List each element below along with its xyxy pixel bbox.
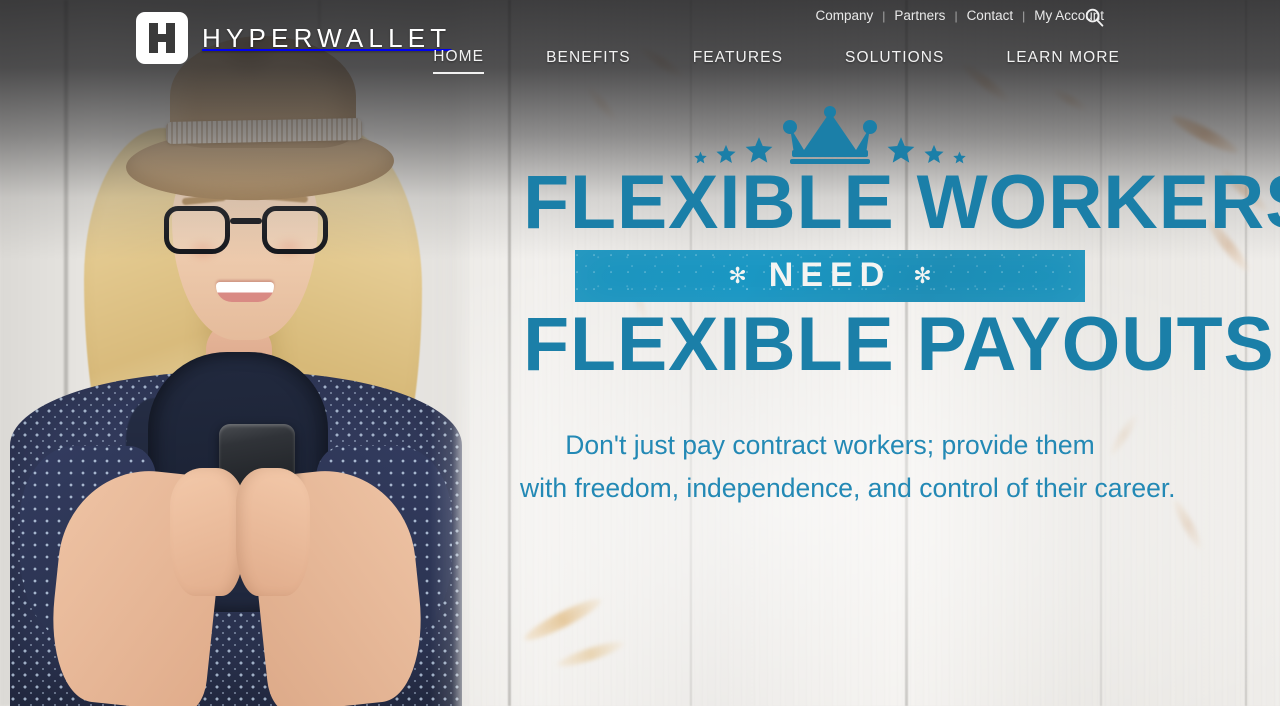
- utility-nav-item-contact[interactable]: Contact: [967, 8, 1014, 23]
- nav-item-home[interactable]: HOME: [433, 48, 485, 74]
- utility-nav-separator: |: [882, 8, 886, 23]
- nav-item-solutions[interactable]: SOLUTIONS: [845, 49, 944, 73]
- lens-left: [164, 206, 230, 254]
- hero-page: HYPERWALLET Company | Partners | Contact…: [0, 0, 1280, 706]
- glasses-bridge: [230, 218, 262, 224]
- utility-nav-item-company[interactable]: Company: [816, 8, 874, 23]
- banner-ornament-left: ✻: [728, 262, 747, 288]
- nav-item-benefits[interactable]: BENEFITS: [546, 49, 631, 73]
- search-button[interactable]: [1081, 4, 1107, 30]
- hand-right: [236, 468, 310, 596]
- hero-subtext-line-1: Don't just pay contract workers; provide…: [565, 429, 1095, 460]
- smile: [216, 282, 274, 302]
- hero-photo: [0, 0, 472, 706]
- hand-left: [170, 468, 244, 596]
- utility-nav-item-partners[interactable]: Partners: [894, 8, 945, 23]
- hero-subtext: Don't just pay contract workers; provide…: [520, 424, 1176, 511]
- hat-band: [165, 117, 363, 145]
- utility-nav: Company | Partners | Contact | My Accoun…: [816, 8, 1105, 23]
- site-header: HYPERWALLET Company | Partners | Contact…: [0, 0, 1280, 92]
- search-icon: [1085, 8, 1104, 27]
- eyeglasses: [164, 206, 328, 256]
- hero-headline-line-1: FLEXIBLE WORKERS: [523, 160, 1280, 245]
- crown-with-stars-icon: [520, 104, 1140, 164]
- hero-headline-line-2: FLEXIBLE PAYOUTS: [523, 301, 1275, 387]
- hero-headline-banner: ✻ NEED ✻: [575, 249, 1085, 302]
- banner-text: NEED: [768, 256, 892, 295]
- banner-ornament-right: ✻: [913, 262, 932, 288]
- hero-content: FLEXIBLE WORKERS ✻ NEED ✻ FLEXIBLE PAYOU…: [520, 104, 1280, 511]
- main-nav: HOME BENEFITS FEATURES SOLUTIONS LEARN M…: [0, 48, 1280, 74]
- nav-item-features[interactable]: FEATURES: [693, 49, 783, 73]
- utility-nav-separator: |: [954, 8, 958, 23]
- utility-nav-separator: |: [1022, 8, 1026, 23]
- crown-icon: [783, 106, 877, 164]
- hero-subtext-line-2: with freedom, independence, and control …: [520, 473, 1176, 504]
- lens-right: [262, 206, 328, 254]
- nav-item-learn-more[interactable]: LEARN MORE: [1007, 49, 1121, 73]
